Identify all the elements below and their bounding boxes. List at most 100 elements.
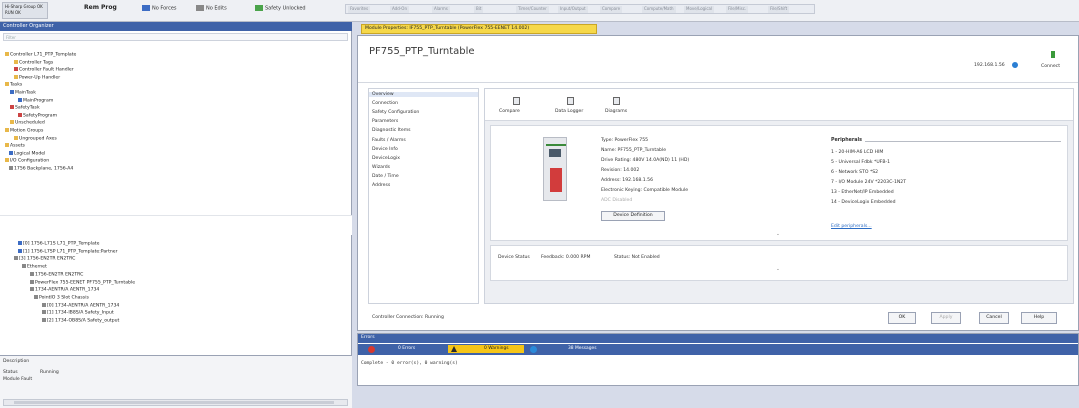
tree-item[interactable]: PointIO 3 Slot Chassis [34,294,89,302]
instruction-tab[interactable]: Add-On [390,6,409,13]
expand-chevron-icon[interactable]: ⌄ [776,232,780,237]
tree-item[interactable]: Controller Fault Handler [14,67,74,74]
tree-item-label: [0] 1756-L71S L71_PTP_Template [23,241,100,247]
category-item[interactable]: Address [372,183,390,188]
tree-item[interactable]: Motion Groups [5,128,43,135]
scroll-thumb[interactable] [14,401,334,404]
tree-item[interactable]: [3] 1756-EN2TR EN2TRC [14,256,75,263]
tree-item[interactable]: MainProgram [18,97,53,105]
organizer-filter-input[interactable]: Filter [3,33,348,41]
module-properties-window: PF755_PTP_Turntable 192.168.1.56 Connect… [357,35,1079,331]
tree-node-icon [42,318,46,322]
controller-status-box[interactable]: Hi-Sharp Group OK RUN OK [2,2,48,19]
tree-item[interactable]: Ethernet [22,264,47,271]
tree-node-icon [18,241,22,245]
tree-item[interactable]: Logical Model [9,150,45,158]
horizontal-scrollbar[interactable] [3,399,348,406]
category-item[interactable]: DeviceLogix [372,156,400,161]
safety-lock-icon [255,5,263,11]
tree-item[interactable]: Unscheduled [10,120,45,127]
safety-status[interactable]: Safety Unlocked [255,5,306,12]
instruction-tab[interactable]: Move/Logical [684,6,715,13]
help-button[interactable]: Help [1021,312,1057,324]
data-logger-icon[interactable] [567,97,574,105]
tree-item[interactable]: Assets [5,143,25,150]
tree-item[interactable]: Controller L71_PTP_Template [5,52,76,59]
errors-output-text: Complete - 0 error(s), 0 warning(s) [361,361,458,366]
tree-item[interactable]: PowerFlex 755-EENET PF755_PTP_Turntable [30,279,135,287]
category-item[interactable]: Overview [369,92,478,97]
category-item[interactable]: Device Info [372,147,398,152]
instruction-tab[interactable]: Alarms [432,6,450,13]
instruction-tab[interactable]: Bit [474,6,484,13]
revision-text: Revision: 14.002 [601,168,640,173]
messages-filter-button[interactable]: 38 Messages [566,346,599,353]
tree-item-label: Ethernet [27,264,47,270]
category-item[interactable]: Connection [372,101,398,106]
tree-item[interactable]: Power-Up Handler [14,74,60,82]
category-item[interactable]: Faults / Alarms [372,138,406,143]
tree-item[interactable]: MainTask [10,90,36,97]
tree-node-icon [5,128,9,132]
tree-item-label: Controller L71_PTP_Template [10,52,77,58]
header-divider [358,82,1078,83]
tree-item-label: Tasks [10,82,23,88]
tree-node-icon [14,135,18,140]
compare-button[interactable]: Compare [499,109,520,114]
tree-item[interactable]: SafetyProgram [18,112,58,120]
diagrams-button[interactable]: Diagrams [605,109,627,114]
expand-chevron-icon[interactable]: ⌄ [776,267,780,272]
tree-item[interactable]: Controller Tags [14,59,53,67]
tree-item[interactable]: Ungrouped Axes [14,135,57,143]
module-properties-tab[interactable]: Module Properties: IF755_PTP_Turntable (… [361,24,597,34]
tree-item-label: MainTask [15,90,36,96]
tree-node-icon [5,52,9,56]
instruction-tab[interactable]: Timer/Counter [516,6,549,13]
instruction-tab[interactable]: File/Shift [768,6,790,13]
tree-item[interactable]: 1756-EN2TR EN2TRC [30,271,84,279]
data-logger-button[interactable]: Data Logger [555,109,583,114]
peripheral-item: 13 - EtherNet/IP Embedded [831,190,894,195]
tree-item[interactable]: I/O Configuration [5,158,49,165]
connect-button[interactable]: Connect [1041,64,1060,69]
diagrams-icon[interactable] [613,97,620,105]
forces-status[interactable]: No Forces [142,5,177,12]
compare-icon[interactable] [513,97,520,105]
controller-mode[interactable]: Rem Prog [84,4,117,11]
instruction-tab[interactable]: Input/Output [558,6,588,13]
tree-item-label: [1] 1734-IB8S/A Safety_Input [47,310,114,316]
instruction-tab[interactable]: File/Misc. [726,6,749,13]
category-item[interactable]: Safety Configuration [372,110,419,115]
tree-item[interactable]: [0] 1756-L71S L71_PTP_Template [18,241,99,248]
tree-item-label: SafetyProgram [23,113,58,119]
info-icon[interactable] [530,346,537,353]
edits-status[interactable]: No Edits [196,5,227,12]
category-item[interactable]: Parameters [372,119,398,124]
error-icon[interactable] [368,346,375,353]
connect-icon[interactable] [1051,51,1055,58]
tree-item[interactable]: [2] 1734-OB8S/A Safety_output [42,318,119,325]
category-item[interactable]: Diagnostic Items [372,128,411,133]
adc-text: ADC Disabled [601,198,633,203]
device-definition-button[interactable]: Device Definition [601,211,665,221]
ok-button[interactable]: OK [888,312,916,324]
tree-item[interactable]: [1] 1756-L7SP L71_PTP_Template:Partner [18,248,118,256]
instruction-tab[interactable]: Compare [600,6,623,13]
tree-item[interactable]: [1] 1734-IB8S/A Safety_Input [42,310,114,317]
tree-item[interactable]: Tasks [5,82,22,89]
tree-item-label: 1756-EN2TR EN2TRC [35,272,84,278]
category-item[interactable]: Date / Time [372,174,399,179]
tree-item[interactable]: 1734-AENTR/A AENTR_1734 [30,287,99,294]
instruction-tab[interactable]: Compute/Math [642,6,676,13]
category-list: Overview Connection Safety Configuration Pa… [368,88,479,304]
edit-peripherals-link[interactable]: Edit peripherals... [831,224,872,229]
tree-item[interactable]: 1756 Backplane, 1756-A4 [9,166,73,173]
instruction-tab[interactable]: Favorites [348,6,371,13]
errors-filter-button[interactable]: 0 Errors [396,346,417,353]
tree-item[interactable]: [0] 1734-AENTR/A AENTR_1734 [42,302,119,310]
category-item[interactable]: Wizards [372,165,390,170]
errors-filter-bar: 0 Errors 0 Warnings 38 Messages [358,344,1078,355]
tree-item[interactable]: SafetyTask [10,105,40,112]
cancel-button[interactable]: Cancel [979,312,1009,324]
apply-button[interactable]: Apply [931,312,961,324]
